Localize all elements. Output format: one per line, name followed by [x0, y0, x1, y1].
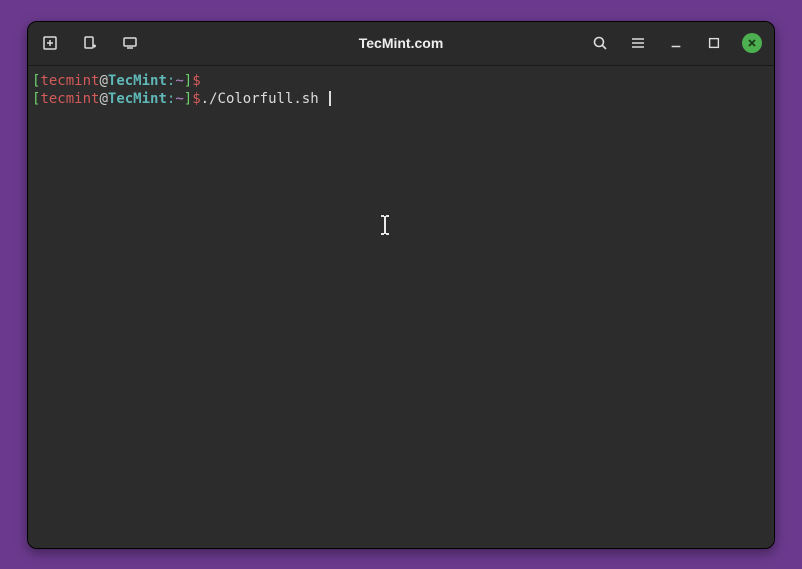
terminal-line: [tecmint@TecMint:~]$./Colorfull.sh: [32, 90, 770, 108]
terminal-window: TecMint.com: [27, 21, 775, 549]
prompt-host: TecMint: [108, 91, 167, 107]
command-text: ./Colorfull.sh: [201, 91, 327, 107]
minimize-icon[interactable]: [666, 33, 686, 53]
prompt-close-bracket: ]: [184, 91, 192, 107]
text-cursor: [329, 91, 331, 106]
prompt-path: ~: [175, 73, 183, 89]
screen-icon[interactable]: [120, 33, 140, 53]
new-tab-icon[interactable]: [40, 33, 60, 53]
prompt-user: tecmint: [40, 91, 99, 107]
prompt-at: @: [99, 73, 107, 89]
search-icon[interactable]: [590, 33, 610, 53]
terminal-line: [tecmint@TecMint:~]$: [32, 72, 770, 90]
prompt-dollar: $: [192, 73, 200, 89]
titlebar: TecMint.com: [28, 22, 774, 66]
prompt-at: @: [99, 91, 107, 107]
titlebar-right-controls: [590, 33, 762, 53]
terminal-body[interactable]: [tecmint@TecMint:~]$ [tecmint@TecMint:~]…: [28, 66, 774, 548]
prompt-user: tecmint: [40, 73, 99, 89]
window-title: TecMint.com: [359, 35, 444, 51]
hamburger-menu-icon[interactable]: [628, 33, 648, 53]
prompt-close-bracket: ]: [184, 73, 192, 89]
mouse-ibeam-cursor: [378, 214, 392, 241]
close-icon[interactable]: [742, 33, 762, 53]
prompt-dollar: $: [192, 91, 200, 107]
prompt-host: TecMint: [108, 73, 167, 89]
maximize-icon[interactable]: [704, 33, 724, 53]
titlebar-left-controls: [40, 33, 140, 53]
prompt-path: ~: [175, 91, 183, 107]
new-window-icon[interactable]: [80, 33, 100, 53]
